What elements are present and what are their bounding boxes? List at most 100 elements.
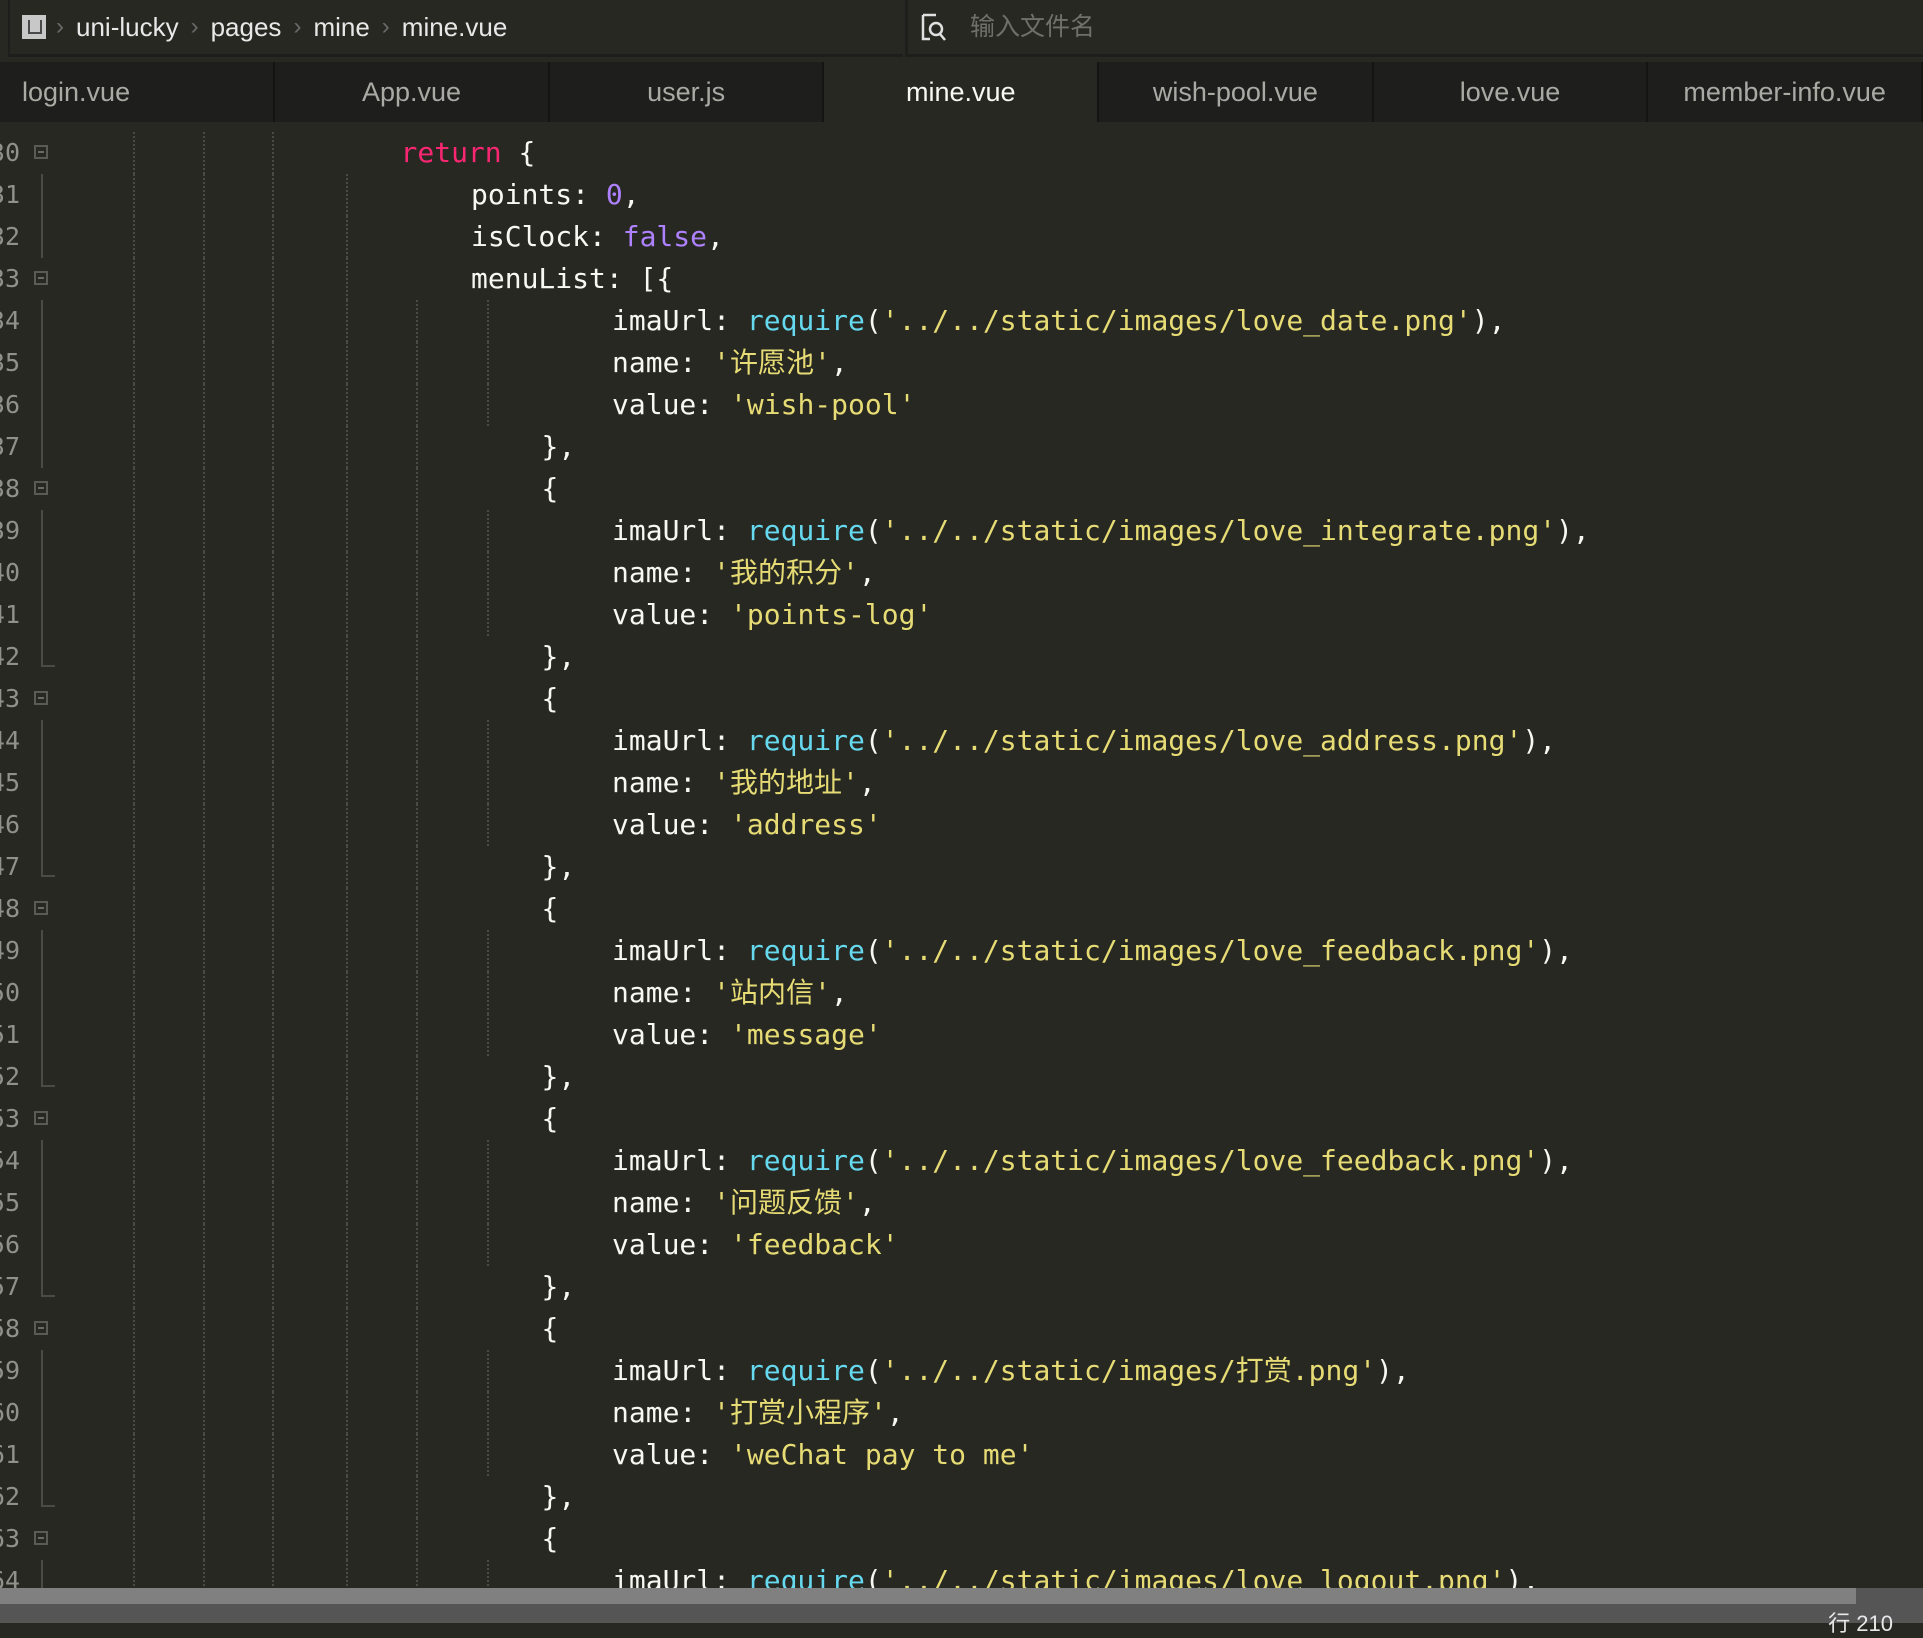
indent-guide (272, 972, 274, 1014)
code-line[interactable]: 53 { (0, 1098, 1923, 1140)
tab-login-vue[interactable]: login.vue (0, 62, 276, 122)
code-line[interactable]: 42}, (0, 636, 1923, 678)
fold-toggle-icon[interactable] (34, 901, 48, 915)
indent-guide (345, 1266, 348, 1308)
indent-guide (272, 174, 274, 216)
breadcrumb-item[interactable]: mine.vue (402, 12, 508, 43)
fold-range-line (41, 384, 43, 426)
plain-token: }, (541, 1060, 576, 1093)
code-line[interactable]: 52}, (0, 1056, 1923, 1098)
code-line[interactable]: 30 return { (0, 132, 1923, 174)
code-editor[interactable]: 30return {31points: 0,32isClock: false,3… (0, 122, 1923, 1590)
fold-toggle-icon[interactable] (34, 271, 48, 285)
plain-token: name: (612, 1396, 714, 1429)
code-line[interactable]: 60 name: '打赏小程序', (0, 1392, 1923, 1434)
fold-range-line (41, 1014, 43, 1056)
code-line[interactable]: 64 imaUrl: require('../../static/images/l… (0, 1560, 1923, 1590)
code-line[interactable]: 35 name: '许愿池', (0, 342, 1923, 384)
line-number: 49 (0, 936, 20, 965)
code-line[interactable]: 46 value: 'address' (0, 804, 1923, 846)
fold-toggle-icon[interactable] (34, 1531, 48, 1545)
line-number: 64 (0, 1566, 20, 1590)
plain-token: , (622, 178, 640, 211)
code-line[interactable]: 37}, (0, 426, 1923, 468)
tab-user-js[interactable]: user.js (550, 62, 825, 122)
code-line[interactable]: 54 imaUrl: require('../../static/images/l… (0, 1140, 1923, 1182)
code-line[interactable]: 31 points: 0, (0, 174, 1923, 216)
code-line[interactable]: 57}, (0, 1266, 1923, 1308)
code-text: return { (401, 132, 536, 174)
code-line[interactable]: 63 { (0, 1518, 1923, 1560)
breadcrumb-item[interactable]: mine (313, 12, 369, 43)
code-line[interactable]: 45 name: '我的地址', (0, 762, 1923, 804)
indent-guide (272, 342, 274, 384)
code-line[interactable]: 50 name: '站内信', (0, 972, 1923, 1014)
code-line[interactable]: 33 menuList: [{ (0, 258, 1923, 300)
code-line[interactable]: 59 imaUrl: require('../../static/images/打… (0, 1350, 1923, 1392)
line-number: 31 (0, 180, 20, 209)
tab-love-vue[interactable]: love.vue (1374, 62, 1649, 122)
fold-range-line (41, 174, 43, 216)
indent-guide (486, 1392, 489, 1434)
scrollbar-thumb[interactable] (0, 1588, 1856, 1604)
indent-guide (272, 468, 274, 510)
tab-member-info-vue[interactable]: member-info.vue (1648, 62, 1923, 122)
file-search-input[interactable] (968, 11, 1572, 43)
indent-guide (416, 342, 418, 384)
indent-guide (416, 930, 418, 972)
indent-guide (203, 258, 205, 300)
code-line[interactable]: 56 value: 'feedback' (0, 1224, 1923, 1266)
fold-toggle-icon[interactable] (34, 1321, 48, 1335)
indent-guide (133, 216, 135, 258)
indent-guide (133, 510, 135, 552)
literal-token: 0 (605, 178, 623, 211)
code-line[interactable]: 38 { (0, 468, 1923, 510)
indent-guide (416, 594, 418, 636)
indent-guide (486, 552, 489, 594)
code-line[interactable]: 44 imaUrl: require('../../static/images/l… (0, 720, 1923, 762)
horizontal-scrollbar[interactable]: 行 210 (0, 1588, 1923, 1636)
code-line[interactable]: 48 { (0, 888, 1923, 930)
tab-wish-pool-vue[interactable]: wish-pool.vue (1099, 62, 1374, 122)
indent-guide (133, 804, 135, 846)
code-line[interactable]: 58 { (0, 1308, 1923, 1350)
plain-token: value: (612, 598, 731, 631)
tab-mine-vue[interactable]: mine.vue (824, 62, 1100, 122)
tab-app-vue[interactable]: App.vue (275, 62, 550, 122)
indent-guide (203, 1350, 205, 1392)
plain-token: ), (1471, 304, 1506, 337)
breadcrumb-item[interactable]: pages (211, 12, 282, 43)
plain-token: }, (541, 850, 576, 883)
code-line[interactable]: 43 { (0, 678, 1923, 720)
fold-toggle-icon[interactable] (34, 145, 48, 159)
indent-guide (203, 762, 205, 804)
code-line[interactable]: 51 value: 'message' (0, 1014, 1923, 1056)
indent-guide (272, 300, 274, 342)
indent-guide (133, 258, 135, 300)
indent-guide (486, 762, 489, 804)
indent-guide (272, 1518, 274, 1560)
fold-toggle-icon[interactable] (34, 1111, 48, 1125)
code-line[interactable]: 49 imaUrl: require('../../static/images/l… (0, 930, 1923, 972)
code-line[interactable]: 61 value: 'weChat pay to me' (0, 1434, 1923, 1476)
plain-token: , (830, 346, 848, 379)
fold-toggle-icon[interactable] (34, 481, 48, 495)
code-line[interactable]: 47}, (0, 846, 1923, 888)
code-line[interactable]: 62}, (0, 1476, 1923, 1518)
code-text: }, (542, 636, 576, 678)
indent-guide (272, 1182, 274, 1224)
breadcrumb-item[interactable]: uni-lucky (76, 12, 179, 43)
plain-token: name: (612, 976, 714, 1009)
code-line[interactable]: 36 value: 'wish-pool' (0, 384, 1923, 426)
indent-guide (272, 132, 274, 174)
indent-guide (486, 384, 489, 426)
fold-toggle-icon[interactable] (34, 691, 48, 705)
code-line[interactable]: 55 name: '问题反馈', (0, 1182, 1923, 1224)
code-line[interactable]: 32 isClock: false, (0, 216, 1923, 258)
code-line[interactable]: 41 value: 'points-log' (0, 594, 1923, 636)
plain-token: }, (541, 1270, 576, 1303)
plain-token: ( (864, 1354, 882, 1387)
code-line[interactable]: 34 imaUrl: require('../../static/images/l… (0, 300, 1923, 342)
code-line[interactable]: 39 imaUrl: require('../../static/images/l… (0, 510, 1923, 552)
code-line[interactable]: 40 name: '我的积分', (0, 552, 1923, 594)
